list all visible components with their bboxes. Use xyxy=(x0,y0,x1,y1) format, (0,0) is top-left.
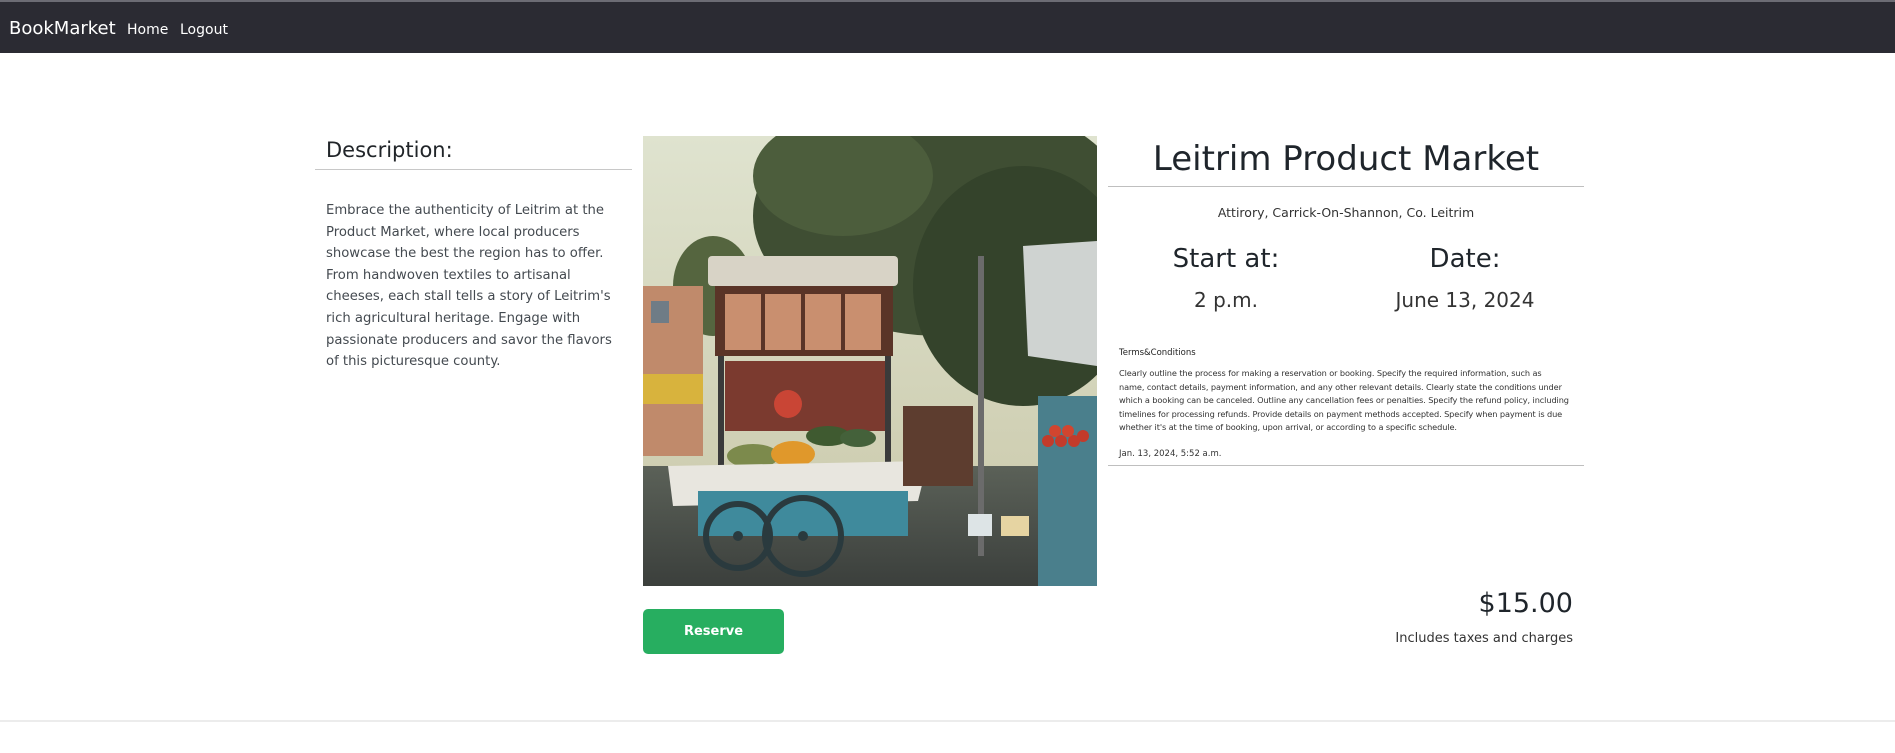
description-text: Embrace the authenticity of Leitrim at t… xyxy=(326,203,612,370)
price-amount: $15.00 xyxy=(1478,588,1573,619)
start-time-label: Start at: xyxy=(1172,244,1280,274)
brand-logo-link[interactable]: BookMarket xyxy=(9,18,116,40)
title-divider xyxy=(1108,186,1584,187)
terms-heading: Terms&Conditions xyxy=(1119,348,1196,358)
nav-link-home[interactable]: Home xyxy=(127,21,168,39)
terms-posted-date: Jan. 13, 2024, 5:52 a.m. xyxy=(1119,449,1222,459)
start-time-value: 2 p.m. xyxy=(1194,288,1258,312)
date-value: June 13, 2024 xyxy=(1395,288,1535,312)
terms-divider xyxy=(1108,465,1584,466)
event-title: Leitrim Product Market xyxy=(1152,139,1540,179)
date-label: Date: xyxy=(1429,244,1501,274)
description-divider xyxy=(315,169,632,170)
price-note: Includes taxes and charges xyxy=(1395,631,1573,646)
description-heading: Description: xyxy=(326,138,453,162)
top-navbar: BookMarket Home Logout xyxy=(0,0,1895,53)
nav-link-logout[interactable]: Logout xyxy=(180,21,228,39)
market-stall-photo xyxy=(643,136,1097,586)
event-address: Attirory, Carrick-On-Shannon, Co. Leitri… xyxy=(1217,205,1475,220)
terms-text: Clearly outline the process for making a… xyxy=(1119,368,1569,432)
reserve-button[interactable]: Reserve xyxy=(643,609,784,654)
footer-divider xyxy=(0,720,1895,722)
